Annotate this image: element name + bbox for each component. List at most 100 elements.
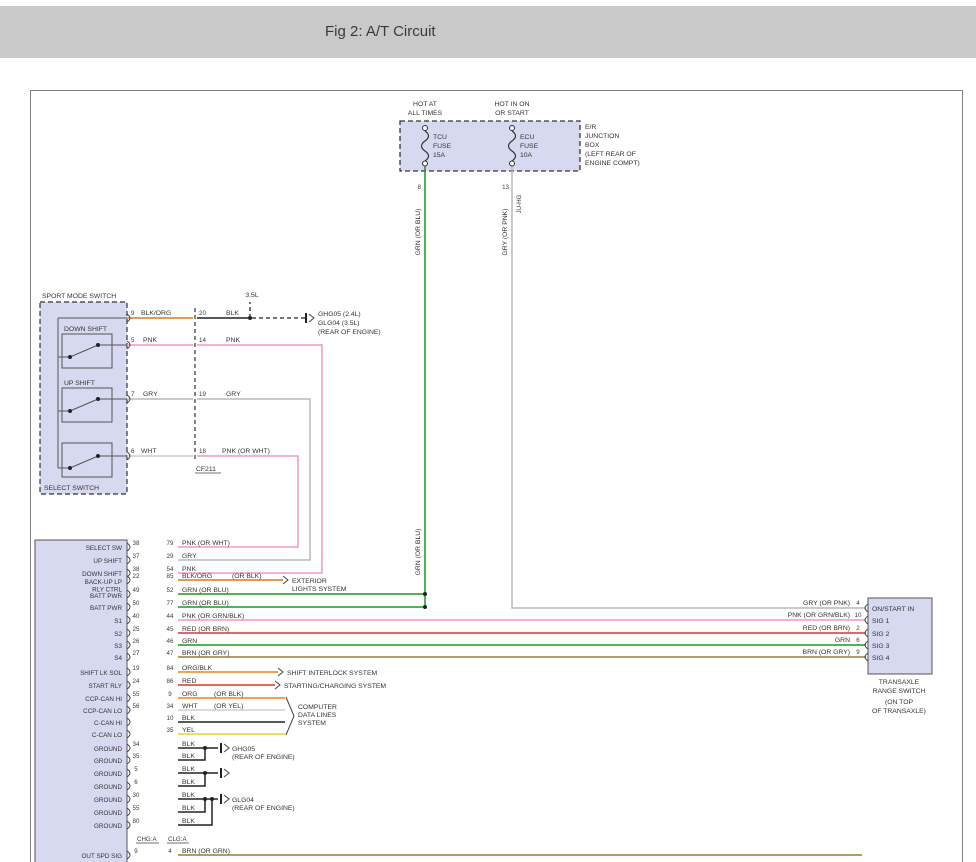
engine-variant-note: 3.5L xyxy=(245,292,258,299)
pin-number: 6 xyxy=(131,448,135,455)
system-ref-computer-data: COMPUTER xyxy=(298,704,337,711)
fuse-ecu-label2: FUSE xyxy=(520,143,539,150)
wire-color-label: PNK xyxy=(182,566,196,573)
pin-number: 34 xyxy=(167,703,174,710)
wire-color-label: BLK xyxy=(182,818,195,825)
wire-color-label: BRN (OR GRN) xyxy=(182,848,230,855)
select-switch-box xyxy=(62,443,112,477)
hot-label-1b: ALL TIMES xyxy=(408,110,443,117)
wire-color-label: BRN (OR GRY) xyxy=(182,650,229,657)
tcu-row-label: CCP-CAN HI xyxy=(85,696,122,703)
tcu-row-label: C-CAN HI xyxy=(94,720,122,727)
tcu-row-label: DOWN SHIFT xyxy=(82,571,122,578)
system-ref-computer-data3: SYSTEM xyxy=(298,720,326,727)
pin-number: 9 xyxy=(131,310,135,317)
wire-color-label: ORG/BLK xyxy=(182,665,213,672)
wire-color-label: BLK/ORG xyxy=(141,310,171,317)
wire-color-label: RED (OR BRN) xyxy=(182,626,229,633)
pin-number: 77 xyxy=(167,600,174,607)
up-shift-label: UP SHIFT xyxy=(64,380,95,387)
pin-number: 7 xyxy=(131,391,135,398)
tcu-row-label: C-CAN LO xyxy=(92,732,122,739)
hot-label-1: HOT AT xyxy=(413,101,437,108)
wire-color-label: BLK xyxy=(182,805,195,812)
tcu-row-label: GROUND xyxy=(94,771,122,778)
system-ref-shift-interlock: SHIFT INTERLOCK SYSTEM xyxy=(287,670,377,677)
tcu-row-label: S1 xyxy=(114,618,122,625)
pin-number: 45 xyxy=(167,626,174,633)
tcu-row-label: GROUND xyxy=(94,758,122,765)
pin-number: 22 xyxy=(133,573,140,580)
pin-number: 40 xyxy=(133,613,140,620)
wire-label-grn: GRN (OR BLU) xyxy=(415,209,422,256)
range-switch-terminal: SIG 3 xyxy=(872,643,890,650)
junction-box-label2: JUNCTION xyxy=(585,133,619,140)
pin-number: 30 xyxy=(133,792,140,799)
tcu-row-label: BATT PWR xyxy=(90,593,122,600)
pin-number: 25 xyxy=(133,626,140,633)
fuse-tcu-label2: FUSE xyxy=(433,143,452,150)
junction-box-label4: (LEFT REAR OF xyxy=(585,151,636,158)
wire-color-label: BLK/ORG xyxy=(182,573,212,580)
ground-id-label: GHG05 (2.4L) xyxy=(318,311,361,318)
tcu-row-label: CCP-CAN LO xyxy=(83,708,122,715)
pin-number: 6 xyxy=(856,637,860,644)
pin-number: 46 xyxy=(167,638,174,645)
pin-number: 4 xyxy=(856,600,860,607)
fuse1-pin: 8 xyxy=(418,184,422,191)
pin-number: 9 xyxy=(134,848,138,855)
wire-color-label: GRN xyxy=(835,637,850,644)
wire-color-label: PNK (OR GRN/BLK) xyxy=(182,613,244,620)
pin-number: 27 xyxy=(133,650,140,657)
range-switch-terminal: ON/START IN xyxy=(872,606,914,613)
pin-number: 19 xyxy=(133,665,140,672)
pin-number: 26 xyxy=(133,638,140,645)
tcu-row-label: SHIFT LK SOL xyxy=(80,670,122,677)
system-ref-computer-data2: DATA LINES xyxy=(298,712,337,719)
tcu-row-label: S4 xyxy=(114,655,122,662)
pin-number: 4 xyxy=(168,848,172,855)
range-switch-caption3: (ON TOP xyxy=(885,699,914,706)
ground-location-label: (REAR OF ENGINE) xyxy=(232,754,295,761)
pin-number: 50 xyxy=(133,600,140,607)
tcu-row-label: GROUND xyxy=(94,784,122,791)
wire-color-label: PNK xyxy=(226,337,240,344)
tcu-row-label: START RLY xyxy=(89,683,123,690)
range-switch-terminal: SIG 2 xyxy=(872,631,890,638)
pin-number: 9 xyxy=(856,649,860,656)
tcu-row-label: GROUND xyxy=(94,823,122,830)
ground-id-label: GLG04 (3.5L) xyxy=(318,320,360,327)
fuse-terminal xyxy=(510,126,515,131)
wire-color-label: PNK (OR GRN/BLK) xyxy=(788,612,850,619)
range-switch-caption4: OF TRANSAXLE) xyxy=(872,708,926,715)
range-switch-terminal: SIG 4 xyxy=(872,655,890,662)
pin-number: 18 xyxy=(199,448,206,455)
fuse-ecu-label: ECU xyxy=(520,134,534,141)
wire-color-label: PNK (OR WHT) xyxy=(182,540,230,547)
wire-color-label: PNK (OR WHT) xyxy=(222,448,270,455)
wire-color-label: PNK xyxy=(143,337,157,344)
system-ref-exterior-lights2: LIGHTS SYSTEM xyxy=(292,586,347,593)
wire-color-label: RED (OR BRN) xyxy=(803,625,850,632)
pin-number: 9 xyxy=(168,691,172,698)
diagram-border xyxy=(31,91,963,862)
up-shift-switch-box xyxy=(62,388,112,422)
wire-color-label: WHT xyxy=(141,448,156,455)
pin-number: 38 xyxy=(133,566,140,573)
down-shift-label: DOWN SHIFT xyxy=(64,326,107,333)
connector-id-chg: CHG:A xyxy=(137,836,157,843)
pin-number: 10 xyxy=(855,612,862,619)
wiring-diagram-canvas: HOT AT ALL TIMES HOT IN ON OR START TCU … xyxy=(0,0,976,862)
tcu-row-label: BACK-UP LP xyxy=(85,579,122,586)
pin-number: 19 xyxy=(199,391,206,398)
ground-id-label: GHG05 xyxy=(232,746,255,753)
tcu-row-label: UP SHIFT xyxy=(93,558,122,565)
fuse-tcu-rating: 15A xyxy=(433,152,446,159)
sport-mode-switch-title: SPORT MODE SWITCH xyxy=(42,293,116,300)
wire-color-label: BLK xyxy=(182,766,195,773)
wire-color-label: WHT xyxy=(182,703,197,710)
fuse2-pin: 13 xyxy=(502,184,509,191)
pin-number: 80 xyxy=(133,818,140,825)
pin-number: 20 xyxy=(199,310,206,317)
fuse-terminal xyxy=(423,161,428,166)
